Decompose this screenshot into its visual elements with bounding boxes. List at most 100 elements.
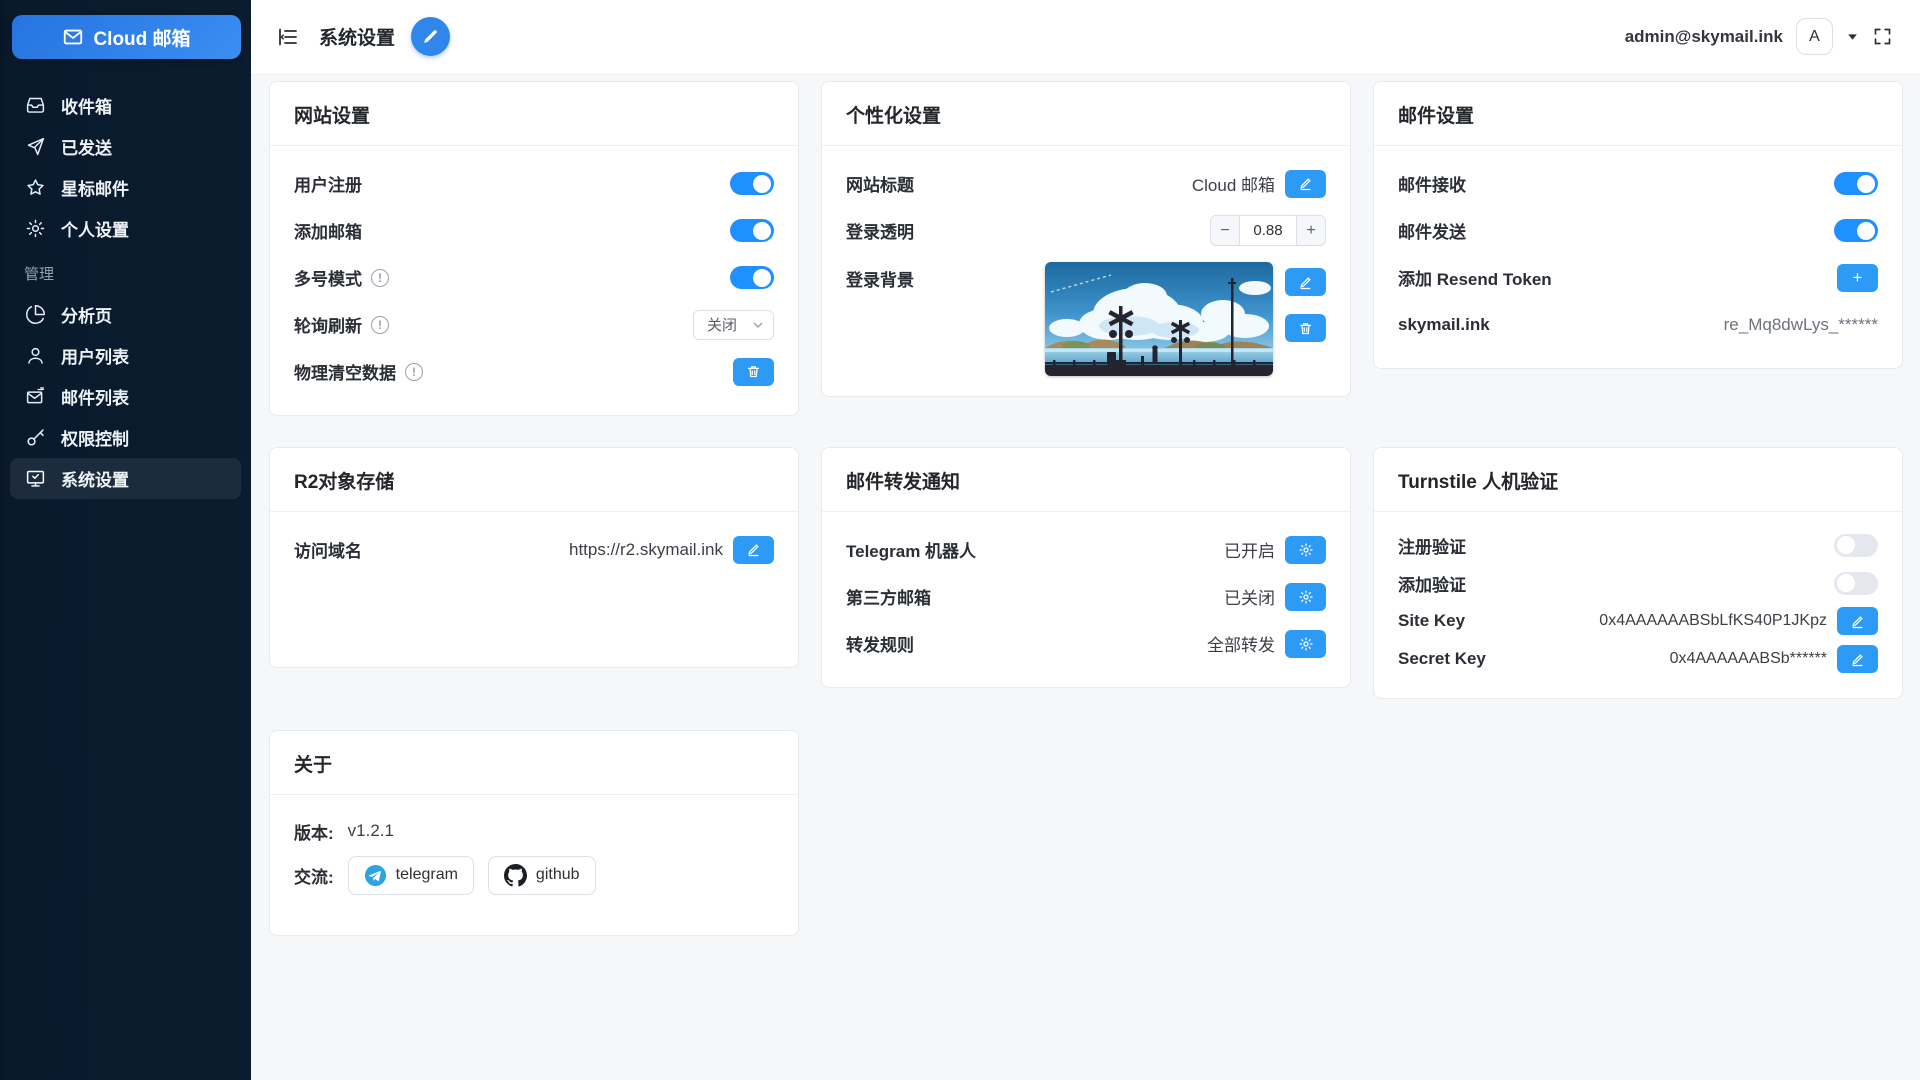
github-icon bbox=[504, 864, 527, 887]
pie-chart-icon bbox=[24, 304, 46, 326]
info-icon[interactable]: ! bbox=[371, 269, 389, 287]
pencil-icon bbox=[1850, 614, 1865, 629]
send-icon bbox=[24, 136, 46, 158]
trash-icon bbox=[1298, 321, 1313, 336]
card-personalization: 个性化设置 网站标题 Cloud 邮箱 登录透 bbox=[821, 81, 1351, 397]
row-register-verify: 注册验证 bbox=[1398, 526, 1878, 564]
pencil-icon bbox=[421, 27, 440, 46]
card-title: 邮件转发通知 bbox=[822, 448, 1350, 512]
sidebar-item-user-list[interactable]: 用户列表 bbox=[10, 335, 241, 376]
chevron-down-icon bbox=[752, 319, 764, 331]
row-forward-rule: 转发规则 全部转发 bbox=[846, 620, 1326, 667]
card-title: Turnstile 人机验证 bbox=[1374, 448, 1902, 512]
sidebar-item-label: 分析页 bbox=[61, 302, 112, 327]
user-icon bbox=[24, 345, 46, 367]
row-resend-token: 添加 Resend Token + bbox=[1398, 254, 1878, 301]
delete-background-button[interactable] bbox=[1285, 314, 1326, 342]
telegram-bot-status: 已开启 bbox=[1224, 537, 1275, 562]
register-verify-toggle[interactable] bbox=[1834, 534, 1878, 557]
edit-domain-button[interactable] bbox=[733, 536, 774, 564]
mail-send-toggle[interactable] bbox=[1834, 219, 1878, 242]
access-domain-value: https://r2.skymail.ink bbox=[569, 540, 723, 560]
card-title: 网站设置 bbox=[270, 82, 798, 146]
sidebar: Cloud 邮箱 收件箱 已发送 星标邮件 个人设置 管理 分析页 bbox=[0, 0, 251, 1080]
forward-rule-value: 全部转发 bbox=[1207, 631, 1275, 656]
topbar: 系统设置 admin@skymail.ink A bbox=[251, 0, 1920, 73]
telegram-link-button[interactable]: telegram bbox=[348, 856, 474, 895]
edit-title-button[interactable] bbox=[411, 17, 450, 56]
info-icon[interactable]: ! bbox=[371, 316, 389, 334]
row-add-mailbox: 添加邮箱 bbox=[294, 207, 774, 254]
row-mail-receive: 邮件接收 bbox=[1398, 160, 1878, 207]
add-mailbox-toggle[interactable] bbox=[730, 219, 774, 242]
edit-secret-key-button[interactable] bbox=[1837, 645, 1878, 673]
row-label: Secret Key bbox=[1398, 649, 1486, 669]
card-title: 邮件设置 bbox=[1374, 82, 1902, 146]
add-verify-toggle[interactable] bbox=[1834, 572, 1878, 595]
telegram-icon bbox=[364, 864, 387, 887]
row-poll-refresh: 轮询刷新! 关闭 bbox=[294, 301, 774, 348]
row-access-domain: 访问域名 https://r2.skymail.ink bbox=[294, 526, 774, 573]
row-login-opacity: 登录透明 − 0.88 + bbox=[846, 207, 1326, 254]
telegram-bot-settings-button[interactable] bbox=[1285, 536, 1326, 564]
main-area: 系统设置 admin@skymail.ink A bbox=[251, 0, 1920, 1080]
sidebar-item-inbox[interactable]: 收件箱 bbox=[10, 85, 241, 126]
mail-list-icon bbox=[24, 386, 46, 408]
info-icon[interactable]: ! bbox=[405, 363, 423, 381]
sidebar-item-personal-settings[interactable]: 个人设置 bbox=[10, 208, 241, 249]
card-r2-storage: R2对象存储 访问域名 https://r2.skymail.ink bbox=[269, 447, 799, 668]
edit-site-key-button[interactable] bbox=[1837, 607, 1878, 635]
opacity-decrease-button[interactable]: − bbox=[1211, 216, 1240, 245]
page-title: 系统设置 bbox=[319, 23, 395, 50]
third-party-status: 已关闭 bbox=[1224, 584, 1275, 609]
sidebar-item-starred[interactable]: 星标邮件 bbox=[10, 167, 241, 208]
github-link-button[interactable]: github bbox=[488, 856, 596, 895]
sidebar-item-analytics[interactable]: 分析页 bbox=[10, 294, 241, 335]
row-label: 第三方邮箱 bbox=[846, 584, 931, 609]
logo-text: Cloud 邮箱 bbox=[93, 24, 190, 51]
row-label: 网站标题 bbox=[846, 171, 914, 196]
row-label: 物理清空数据 bbox=[294, 359, 396, 384]
mail-receive-toggle[interactable] bbox=[1834, 172, 1878, 195]
user-email: admin@skymail.ink bbox=[1625, 27, 1783, 47]
row-secret-key: Secret Key 0x4AAAAAABSb****** bbox=[1398, 640, 1878, 678]
row-token-item: skymail.ink re_Mq8dwLys_****** bbox=[1398, 301, 1878, 348]
poll-refresh-select[interactable]: 关闭 bbox=[693, 310, 774, 340]
sidebar-item-label: 系统设置 bbox=[61, 466, 129, 491]
trash-icon bbox=[746, 364, 761, 379]
row-login-background: 登录背景 bbox=[846, 254, 1326, 376]
content: 网站设置 用户注册 添加邮箱 多号模式! bbox=[251, 73, 1920, 936]
third-party-settings-button[interactable] bbox=[1285, 583, 1326, 611]
opacity-value[interactable]: 0.88 bbox=[1240, 216, 1296, 245]
add-resend-token-button[interactable]: + bbox=[1837, 264, 1878, 292]
purge-data-button[interactable] bbox=[733, 358, 774, 386]
pencil-icon bbox=[1298, 176, 1313, 191]
edit-background-button[interactable] bbox=[1285, 268, 1326, 296]
opacity-stepper: − 0.88 + bbox=[1210, 215, 1326, 246]
user-register-toggle[interactable] bbox=[730, 172, 774, 195]
sidebar-item-label: 收件箱 bbox=[61, 93, 112, 118]
sidebar-item-system-settings[interactable]: 系统设置 bbox=[10, 458, 241, 499]
caret-down-icon[interactable] bbox=[1846, 30, 1859, 43]
fullscreen-icon[interactable] bbox=[1872, 26, 1893, 47]
login-background-image[interactable] bbox=[1045, 262, 1273, 376]
card-site-settings: 网站设置 用户注册 添加邮箱 多号模式! bbox=[269, 81, 799, 416]
logo-button[interactable]: Cloud 邮箱 bbox=[12, 15, 241, 59]
card-about: 关于 版本: v1.2.1 交流: telegr bbox=[269, 730, 799, 936]
sidebar-item-sent[interactable]: 已发送 bbox=[10, 126, 241, 167]
multi-account-toggle[interactable] bbox=[730, 266, 774, 289]
mail-logo-icon bbox=[62, 26, 84, 48]
sidebar-item-permissions[interactable]: 权限控制 bbox=[10, 417, 241, 458]
row-label: 多号模式 bbox=[294, 265, 362, 290]
avatar[interactable]: A bbox=[1796, 18, 1833, 55]
monitor-check-icon bbox=[24, 468, 46, 490]
sidebar-item-label: 已发送 bbox=[61, 134, 112, 159]
sidebar-item-label: 邮件列表 bbox=[61, 384, 129, 409]
opacity-increase-button[interactable]: + bbox=[1296, 216, 1325, 245]
forward-rule-settings-button[interactable] bbox=[1285, 630, 1326, 658]
row-third-party-mail: 第三方邮箱 已关闭 bbox=[846, 573, 1326, 620]
sidebar-item-mail-list[interactable]: 邮件列表 bbox=[10, 376, 241, 417]
collapse-sidebar-icon[interactable] bbox=[275, 24, 301, 50]
site-title-value: Cloud 邮箱 bbox=[1192, 171, 1275, 196]
edit-site-title-button[interactable] bbox=[1285, 170, 1326, 198]
